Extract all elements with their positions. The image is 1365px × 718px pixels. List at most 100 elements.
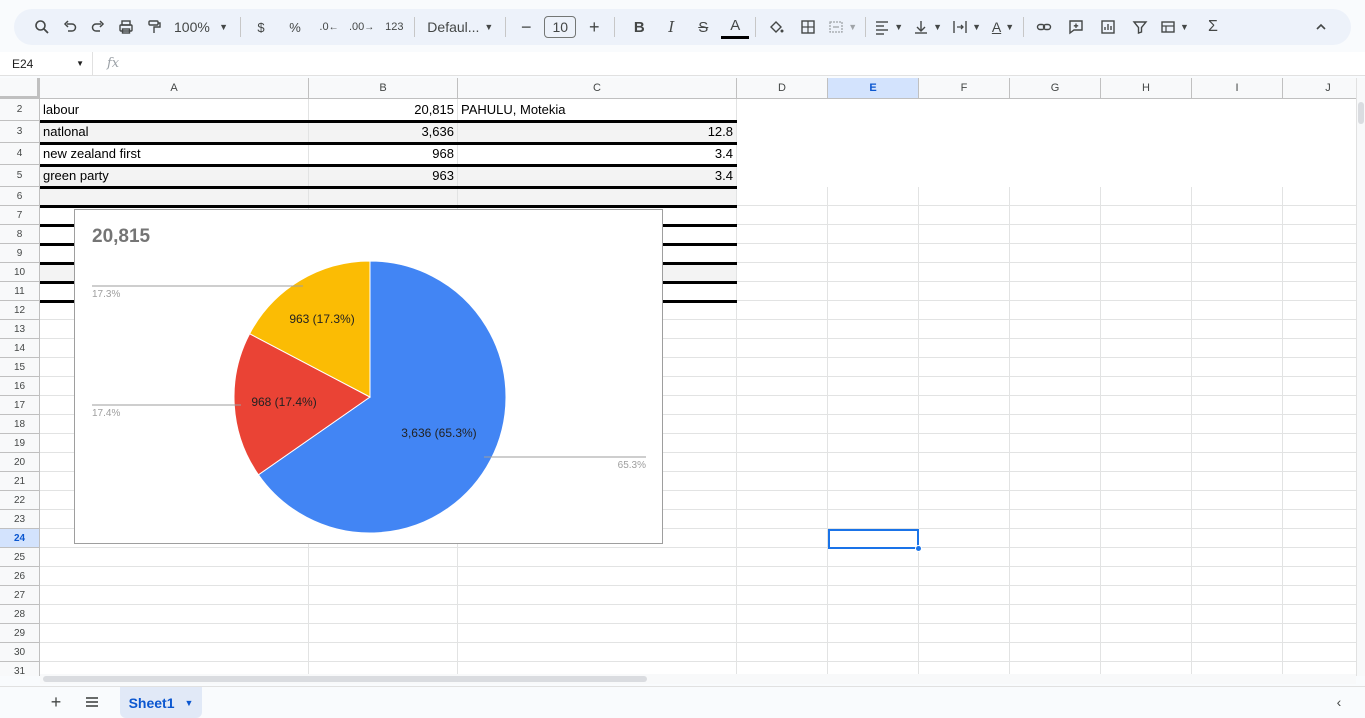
row-header-20[interactable]: 20 [0,453,40,472]
cell-e8[interactable] [828,225,919,244]
cell-i18[interactable] [1192,415,1283,434]
bold-button[interactable]: B [625,13,653,41]
cell-j10[interactable] [1283,263,1356,282]
cell-f19[interactable] [919,434,1010,453]
cell-j25[interactable] [1283,548,1356,567]
cell-j30[interactable] [1283,643,1356,662]
cell-g6[interactable] [1010,187,1101,206]
cell-i21[interactable] [1192,472,1283,491]
cell-b26[interactable] [309,567,458,586]
cell-c3[interactable]: 12.8 [458,121,737,143]
zoom-select[interactable]: 100% ▼ [168,13,234,41]
cell-i20[interactable] [1192,453,1283,472]
column-header-d[interactable]: D [737,78,828,99]
cell-h24[interactable] [1101,529,1192,548]
cell-f7[interactable] [919,206,1010,225]
cell-e22[interactable] [828,491,919,510]
cell-i17[interactable] [1192,396,1283,415]
cell-f8[interactable] [919,225,1010,244]
cell-h19[interactable] [1101,434,1192,453]
cell-d8[interactable] [737,225,828,244]
cell-d13[interactable] [737,320,828,339]
selected-cell-e24[interactable] [828,529,919,549]
cell-g7[interactable] [1010,206,1101,225]
cell-h8[interactable] [1101,225,1192,244]
cell-j16[interactable] [1283,377,1356,396]
cell-j15[interactable] [1283,358,1356,377]
cell-j28[interactable] [1283,605,1356,624]
cell-g16[interactable] [1010,377,1101,396]
cell-i22[interactable] [1192,491,1283,510]
cell-f29[interactable] [919,624,1010,643]
column-header-h[interactable]: H [1101,78,1192,99]
search-icon[interactable] [28,13,56,41]
cell-h15[interactable] [1101,358,1192,377]
cell-g22[interactable] [1010,491,1101,510]
cell-j19[interactable] [1283,434,1356,453]
increase-decimal-button[interactable]: .00 → [347,13,376,41]
cell-i15[interactable] [1192,358,1283,377]
cell-f26[interactable] [919,567,1010,586]
cell-j27[interactable] [1283,586,1356,605]
row-header-24[interactable]: 24 [0,529,40,548]
cell-c2[interactable]: PAHULU, Motekia [458,99,737,121]
cell-e16[interactable] [828,377,919,396]
functions-button[interactable]: Σ [1199,13,1227,41]
cell-j17[interactable] [1283,396,1356,415]
cell-f17[interactable] [919,396,1010,415]
cell-e13[interactable] [828,320,919,339]
cell-e7[interactable] [828,206,919,225]
cell-j12[interactable] [1283,301,1356,320]
cell-g8[interactable] [1010,225,1101,244]
row-header-3[interactable]: 3 [0,121,40,143]
cell-f18[interactable] [919,415,1010,434]
cell-f27[interactable] [919,586,1010,605]
cell-c25[interactable] [458,548,737,567]
cell-e30[interactable] [828,643,919,662]
cell-b27[interactable] [309,586,458,605]
cell-h6[interactable] [1101,187,1192,206]
cell-e27[interactable] [828,586,919,605]
row-header-17[interactable]: 17 [0,396,40,415]
cell-h30[interactable] [1101,643,1192,662]
cell-e28[interactable] [828,605,919,624]
column-header-j[interactable]: J [1283,78,1356,99]
cell-a6[interactable] [40,187,309,206]
cell-g18[interactable] [1010,415,1101,434]
cell-a26[interactable] [40,567,309,586]
cell-a5[interactable]: green party [40,165,309,187]
cell-b30[interactable] [309,643,458,662]
cell-h14[interactable] [1101,339,1192,358]
cell-e14[interactable] [828,339,919,358]
cell-c4[interactable]: 3.4 [458,143,737,165]
cell-d24[interactable] [737,529,828,548]
cell-j8[interactable] [1283,225,1356,244]
cell-j7[interactable] [1283,206,1356,225]
pie-chart[interactable]: 20,815 3,636 (65.3%) 65.3% 968 (17.4%) 17.4… [74,209,663,544]
cell-g21[interactable] [1010,472,1101,491]
cell-g29[interactable] [1010,624,1101,643]
cell-d11[interactable] [737,282,828,301]
cell-e18[interactable] [828,415,919,434]
cell-d22[interactable] [737,491,828,510]
cell-i23[interactable] [1192,510,1283,529]
cell-h12[interactable] [1101,301,1192,320]
cell-i11[interactable] [1192,282,1283,301]
cell-d27[interactable] [737,586,828,605]
name-box[interactable]: E24 ▼ [0,52,92,76]
cell-c29[interactable] [458,624,737,643]
cell-i13[interactable] [1192,320,1283,339]
cell-c30[interactable] [458,643,737,662]
cell-i14[interactable] [1192,339,1283,358]
cell-h11[interactable] [1101,282,1192,301]
cell-g15[interactable] [1010,358,1101,377]
cell-h9[interactable] [1101,244,1192,263]
cell-e9[interactable] [828,244,919,263]
cell-d21[interactable] [737,472,828,491]
row-header-22[interactable]: 22 [0,491,40,510]
cell-e26[interactable] [828,567,919,586]
cell-j21[interactable] [1283,472,1356,491]
cell-f9[interactable] [919,244,1010,263]
cell-h29[interactable] [1101,624,1192,643]
column-header-f[interactable]: F [919,78,1010,99]
